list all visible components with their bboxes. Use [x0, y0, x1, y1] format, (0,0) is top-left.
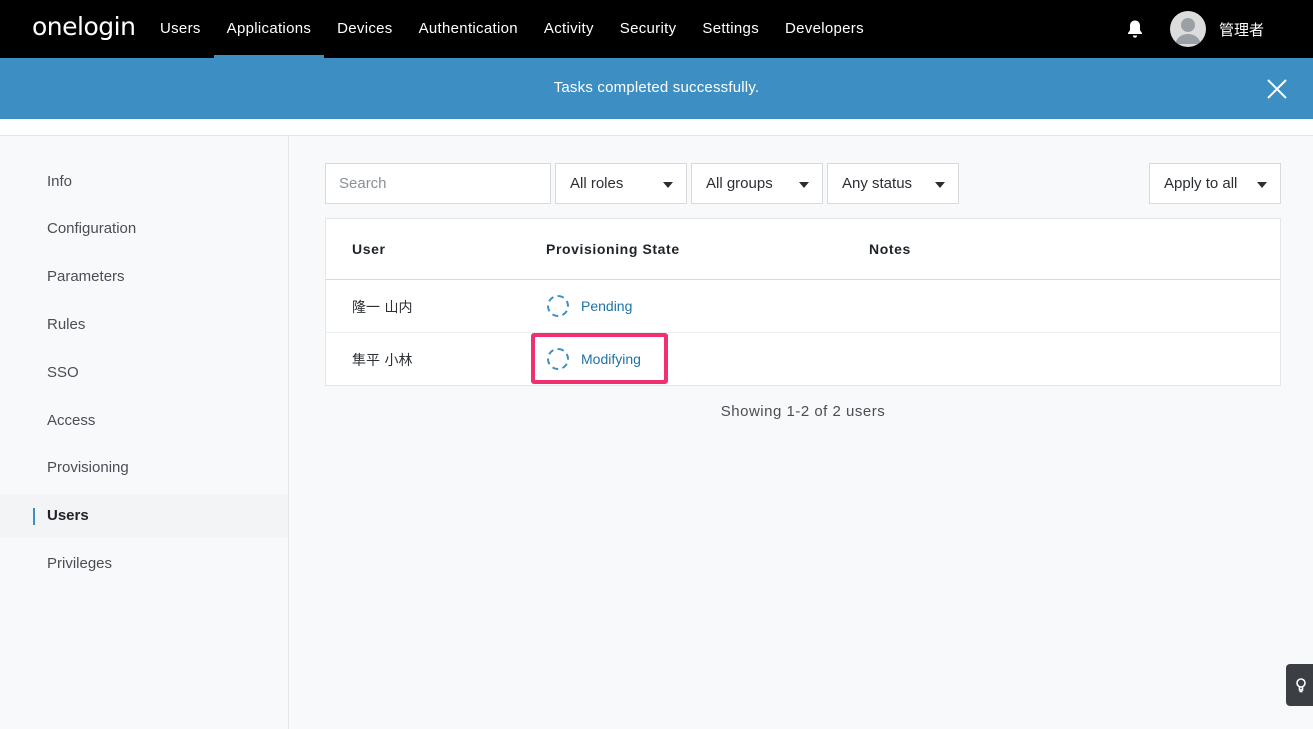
nav-item-applications[interactable]: Applications [213, 0, 325, 58]
sidebar-item-sso[interactable]: SSO [0, 351, 288, 395]
sidebar-item-parameters[interactable]: Parameters [0, 255, 288, 299]
lightbulb-icon [1296, 678, 1306, 693]
sidebar-item-access[interactable]: Access [0, 399, 288, 443]
sub-header [0, 119, 1313, 136]
sidebar-item-configuration[interactable]: Configuration [0, 207, 288, 251]
caret-down-icon [935, 182, 945, 188]
banner-message: Tasks completed successfully. [553, 79, 760, 96]
avatar[interactable] [1170, 11, 1206, 47]
caret-down-icon [1257, 182, 1267, 188]
spinner-icon [547, 348, 569, 370]
caret-down-icon [799, 182, 809, 188]
groups-dropdown-value: All groups [706, 175, 773, 192]
sidebar-item-rules[interactable]: Rules [0, 303, 288, 347]
search-input[interactable] [325, 163, 551, 204]
status-dropdown[interactable]: Any status [827, 163, 959, 204]
help-button[interactable] [1286, 664, 1313, 706]
bell-icon[interactable] [1126, 19, 1144, 39]
caret-down-icon [663, 182, 673, 188]
column-header-user[interactable]: User [352, 241, 386, 257]
nav-item-settings[interactable]: Settings [689, 0, 772, 58]
onelogin-logo[interactable]: onelogin [32, 12, 136, 41]
state-label: Pending [581, 298, 633, 314]
user-icon [1175, 18, 1201, 44]
table-row-user: 隆一 山内 [352, 300, 413, 316]
nav-item-devices[interactable]: Devices [324, 0, 405, 58]
groups-dropdown[interactable]: All groups [691, 163, 823, 204]
apply-to-all-value: Apply to all [1164, 175, 1238, 192]
nav-item-security[interactable]: Security [607, 0, 690, 58]
sidebar-item-provisioning[interactable]: Provisioning [0, 446, 288, 490]
users-table: User Provisioning State Notes 隆一 山内 Pend… [325, 218, 1281, 386]
table-row-user: 隼平 小林 [352, 353, 413, 369]
apply-to-all-dropdown[interactable]: Apply to all [1149, 163, 1281, 204]
row-divider [326, 332, 1280, 333]
state-pending-link[interactable]: Pending [547, 295, 632, 317]
username[interactable]: 管理者 [1219, 19, 1264, 40]
nav-item-users[interactable]: Users [147, 0, 214, 58]
nav-item-developers[interactable]: Developers [772, 0, 877, 58]
sidebar-item-users[interactable]: Users [0, 494, 288, 538]
nav-item-activity[interactable]: Activity [531, 0, 607, 58]
success-banner: Tasks completed successfully. [0, 58, 1313, 119]
roles-dropdown-value: All roles [570, 175, 624, 192]
spinner-icon [547, 295, 569, 317]
state-label: Modifying [581, 351, 641, 367]
close-icon[interactable] [1266, 78, 1288, 100]
roles-dropdown[interactable]: All roles [555, 163, 687, 204]
sidebar-item-privileges[interactable]: Privileges [0, 542, 288, 586]
state-modifying-link[interactable]: Modifying [547, 348, 641, 370]
top-nav: onelogin Users Applications Devices Auth… [0, 0, 1313, 58]
column-header-notes[interactable]: Notes [869, 241, 911, 257]
column-header-provisioning-state[interactable]: Provisioning State [546, 241, 680, 257]
nav-menu: Users Applications Devices Authenticatio… [147, 0, 877, 58]
header-divider [326, 279, 1280, 280]
pagination-summary: Showing 1-2 of 2 users [720, 403, 886, 420]
nav-item-authentication[interactable]: Authentication [406, 0, 531, 58]
sidebar-item-info[interactable]: Info [0, 160, 288, 204]
status-dropdown-value: Any status [842, 175, 913, 192]
